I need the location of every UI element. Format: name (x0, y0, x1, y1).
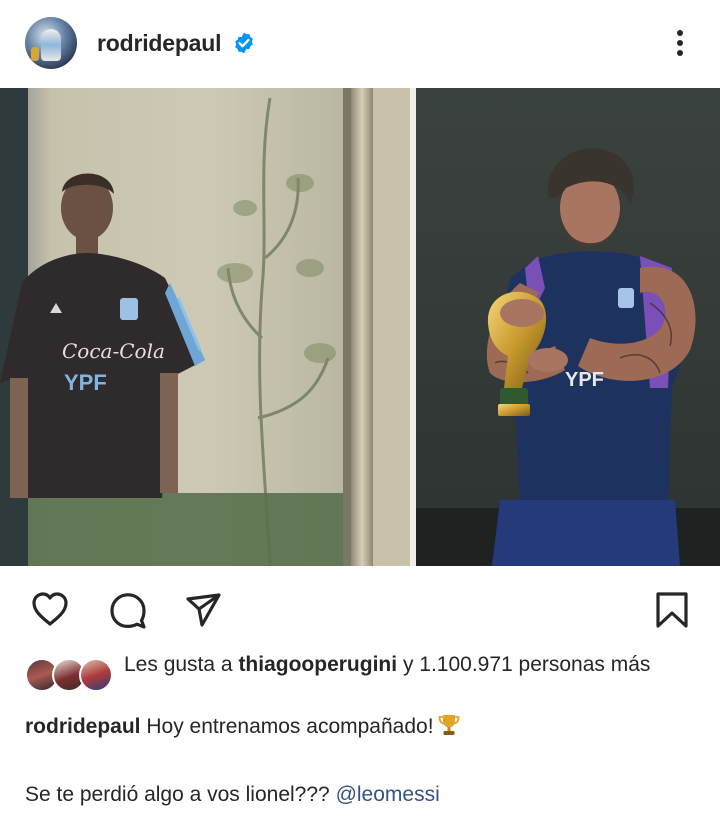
verified-badge-icon (235, 32, 253, 54)
liker-username[interactable]: thiagooperugini (238, 653, 397, 676)
svg-text:Coca-Cola: Coca-Cola (62, 339, 165, 363)
likes-prefix: Les gusta a (124, 653, 233, 676)
post-header: rodridepaul (0, 0, 720, 88)
svg-text:YPF: YPF (565, 369, 604, 391)
svg-text:YPF: YPF (64, 370, 107, 395)
comment-bubble-icon[interactable] (108, 590, 148, 630)
trophy-icon (438, 715, 459, 735)
post-username[interactable]: rodridepaul (97, 30, 222, 57)
caption-username[interactable]: rodridepaul (25, 715, 141, 738)
post-action-bar (0, 566, 720, 646)
like-heart-icon[interactable] (30, 590, 70, 630)
post-photo[interactable]: Coca-Cola YPF YPF (0, 88, 720, 566)
liker-avatar (79, 658, 113, 692)
caption-mention-link[interactable]: @leomessi (336, 783, 440, 806)
post-caption: rodridepaul Hoy entrenamos acompañado! (25, 712, 705, 742)
profile-avatar[interactable] (25, 17, 77, 69)
share-send-icon[interactable] (184, 590, 224, 630)
caption-line2-text: Se te perdió algo a vos lionel??? (25, 783, 330, 806)
more-options-icon[interactable] (666, 28, 694, 58)
likes-summary[interactable]: Les gusta a thiagooperugini y 1.100.971 … (124, 650, 704, 679)
caption-text: Hoy entrenamos acompañado! (146, 715, 434, 738)
post-caption-line2: Se te perdió algo a vos lionel??? @leome… (25, 780, 705, 810)
likes-count[interactable]: y 1.100.971 personas más (403, 653, 651, 676)
liker-avatars[interactable] (25, 658, 115, 694)
save-bookmark-icon[interactable] (652, 590, 692, 630)
likes-section: Les gusta a thiagooperugini y 1.100.971 … (0, 646, 720, 706)
